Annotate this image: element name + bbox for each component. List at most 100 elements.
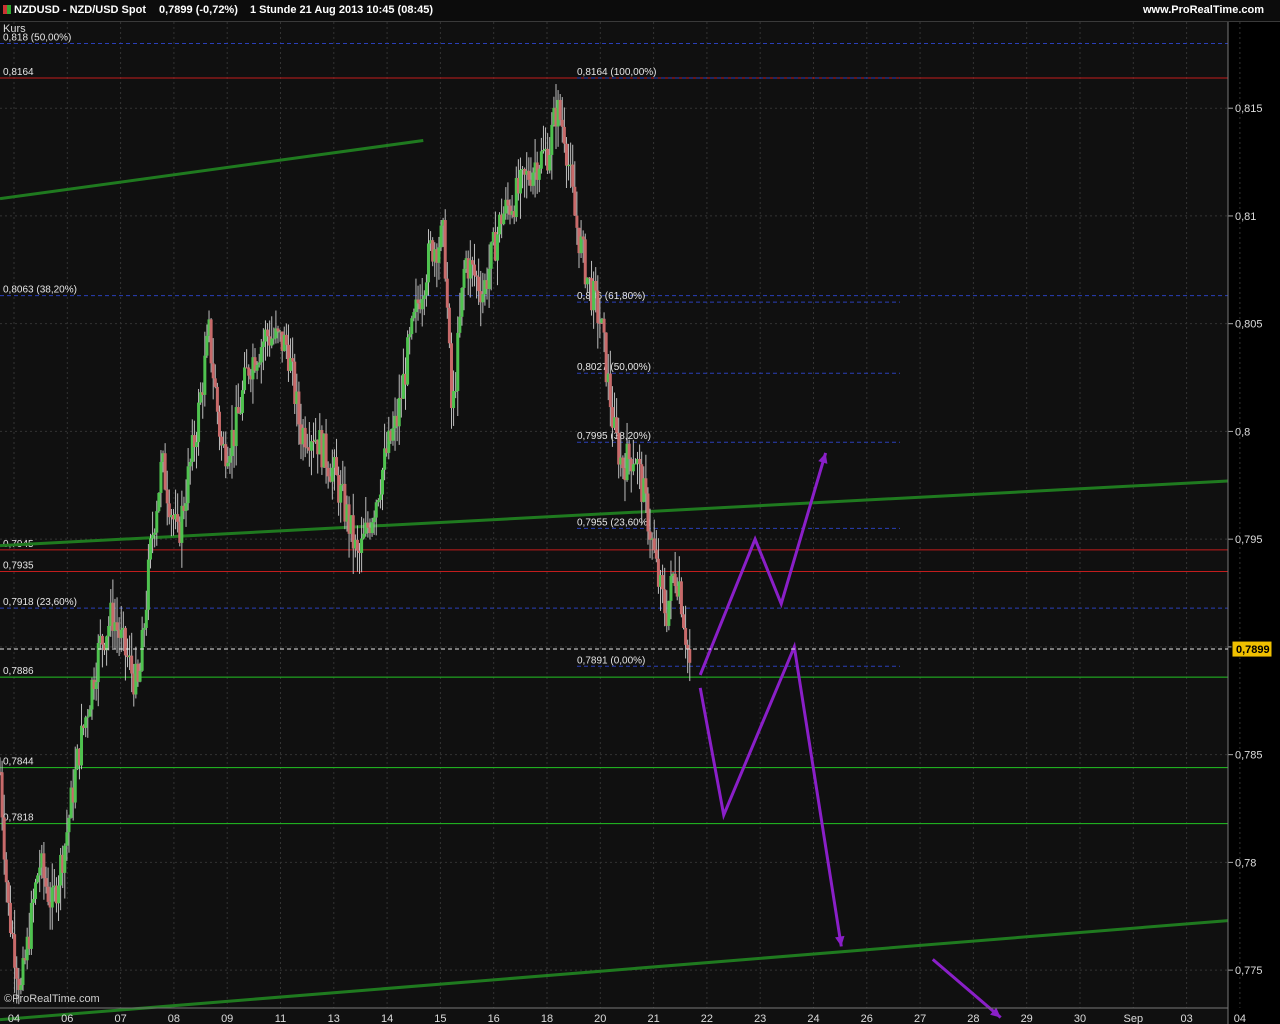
candle-body bbox=[454, 390, 458, 392]
candle-body bbox=[633, 463, 637, 465]
candle-body bbox=[284, 334, 288, 345]
candle-body bbox=[462, 268, 466, 288]
candle-body bbox=[184, 503, 188, 511]
candle-body bbox=[571, 164, 575, 187]
candle-body bbox=[370, 522, 374, 534]
candle-body bbox=[44, 878, 48, 887]
candle-body bbox=[203, 355, 207, 395]
x-tick-label: 30 bbox=[1074, 1013, 1086, 1024]
price-level-label: 0,8164 bbox=[3, 67, 34, 78]
candle-body bbox=[644, 478, 648, 494]
candle-body bbox=[416, 299, 420, 304]
candle-body bbox=[686, 644, 690, 649]
candle-body bbox=[266, 329, 270, 337]
candle-body bbox=[684, 627, 688, 645]
candle-body bbox=[324, 433, 328, 468]
candle-body bbox=[209, 319, 213, 364]
candle-body bbox=[19, 985, 23, 990]
x-tick-label: 23 bbox=[754, 1013, 766, 1024]
candle-body bbox=[391, 428, 395, 441]
candle-body bbox=[247, 367, 251, 376]
brand-link[interactable]: www.ProRealTime.com bbox=[1143, 4, 1264, 16]
candle-body bbox=[539, 151, 543, 169]
price-chart[interactable]: 0,818 (50,00%)0,81640,8063 (38,20%)0,794… bbox=[0, 22, 1280, 1024]
candle-body bbox=[255, 364, 259, 371]
candle-body bbox=[213, 378, 217, 387]
x-tick-label: 04 bbox=[8, 1013, 20, 1024]
y-tick-label: 0,795 bbox=[1235, 534, 1263, 546]
x-tick-label: 15 bbox=[434, 1013, 446, 1024]
candle-body bbox=[460, 287, 464, 317]
candle-body bbox=[115, 622, 119, 631]
last-price-label: 0,7899 bbox=[1236, 644, 1270, 656]
candle-body bbox=[531, 172, 535, 186]
candle-body bbox=[240, 390, 244, 413]
candle-body bbox=[309, 441, 313, 451]
candle-body bbox=[376, 499, 380, 503]
candle-body bbox=[661, 575, 665, 590]
candle-body bbox=[257, 362, 261, 365]
fib-level-label: 0,8164 (100,00%) bbox=[577, 67, 657, 78]
fib-level-label: 0,7891 (0,00%) bbox=[577, 655, 645, 666]
candle-body bbox=[472, 264, 476, 276]
fib-level-label: 0,7995 (38,20%) bbox=[577, 431, 651, 442]
candle-body bbox=[681, 614, 685, 628]
candle-body bbox=[226, 462, 230, 467]
candle-body bbox=[13, 934, 17, 968]
candle-body bbox=[140, 629, 144, 671]
candle-body bbox=[155, 511, 159, 533]
interval-date: 1 Stunde 21 Aug 2013 10:45 (08:45) bbox=[250, 4, 434, 16]
candle-body bbox=[560, 119, 564, 127]
candle-body bbox=[548, 154, 552, 171]
candle-body bbox=[6, 882, 10, 903]
candle-body bbox=[88, 709, 92, 717]
candle-body bbox=[238, 412, 242, 414]
candle-body bbox=[596, 290, 600, 323]
candle-body bbox=[123, 627, 127, 656]
y-tick-label: 0,8 bbox=[1235, 426, 1250, 438]
candle-body bbox=[138, 670, 142, 682]
candle-body bbox=[477, 276, 481, 292]
candle-body bbox=[205, 335, 209, 356]
candle-body bbox=[11, 932, 15, 935]
y-tick-label: 0,775 bbox=[1235, 965, 1263, 977]
candle-body bbox=[366, 522, 370, 528]
price-level-label: 0,7818 bbox=[3, 813, 34, 824]
candle-body bbox=[458, 316, 462, 333]
candle-body bbox=[439, 225, 443, 248]
candle-body bbox=[100, 635, 104, 645]
candle-body bbox=[144, 609, 148, 628]
candle-body bbox=[646, 493, 650, 532]
candle-body bbox=[217, 411, 221, 437]
candle-body bbox=[38, 867, 42, 876]
y-tick-label: 0,81 bbox=[1235, 211, 1256, 223]
candle-body bbox=[46, 886, 50, 902]
candle-body bbox=[355, 539, 359, 551]
x-tick-label: 28 bbox=[967, 1013, 979, 1024]
candle-body bbox=[558, 99, 562, 120]
candle-body bbox=[335, 457, 339, 475]
candle-body bbox=[424, 282, 428, 296]
candle-body bbox=[148, 538, 152, 560]
candle-body bbox=[146, 559, 150, 610]
candle-body bbox=[527, 170, 531, 180]
candle-body bbox=[518, 169, 522, 194]
candle-body bbox=[541, 150, 545, 152]
price-level-label: 0,7935 bbox=[3, 560, 34, 571]
x-tick-label: 03 bbox=[1180, 1013, 1192, 1024]
candle-body bbox=[272, 338, 276, 340]
candle-body bbox=[42, 853, 46, 879]
candle-body bbox=[31, 899, 35, 903]
x-tick-label: 24 bbox=[807, 1013, 819, 1024]
candle-body bbox=[372, 517, 376, 523]
y-tick-label: 0,805 bbox=[1235, 319, 1263, 331]
x-tick-label: Sep bbox=[1124, 1013, 1144, 1024]
candle-body bbox=[583, 239, 587, 285]
candle-body bbox=[437, 247, 441, 263]
x-tick-label: 16 bbox=[488, 1013, 500, 1024]
candle-body bbox=[297, 391, 301, 425]
candle-body bbox=[50, 887, 54, 908]
candle-body bbox=[594, 280, 598, 291]
candle-body bbox=[537, 168, 541, 180]
candle-body bbox=[21, 958, 25, 986]
